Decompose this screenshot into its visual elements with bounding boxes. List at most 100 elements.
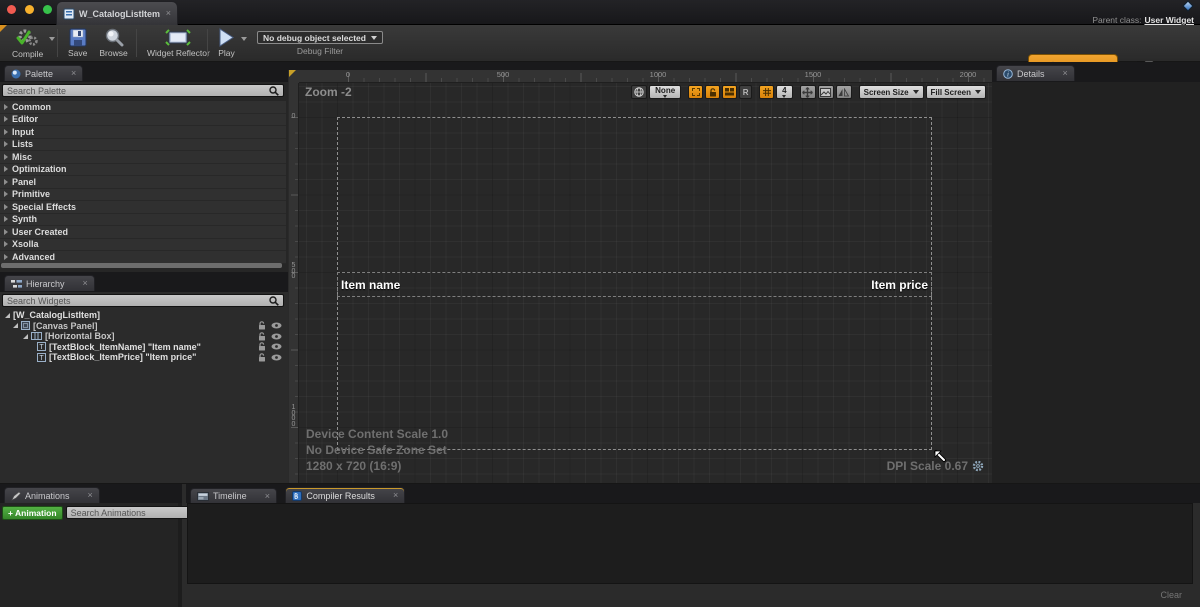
hierarchy-search-input[interactable] <box>7 296 269 306</box>
close-icon[interactable]: × <box>393 491 398 500</box>
expand-arrow-icon[interactable] <box>4 254 8 260</box>
palette-category[interactable]: Lists <box>0 139 286 152</box>
hierarchy-row-canvas-panel[interactable]: [Canvas Panel] <box>0 321 288 332</box>
add-animation-label: + Animation <box>8 508 57 518</box>
debug-filter-label: Debug Filter <box>297 46 343 56</box>
close-icon[interactable]: × <box>166 9 171 18</box>
dpi-settings-gear-icon[interactable] <box>972 460 984 472</box>
fill-screen-dropdown[interactable]: Fill Screen <box>926 85 986 99</box>
respect-locks-toggle[interactable] <box>722 85 737 99</box>
horizontal-box-outline[interactable]: Item name Item price <box>337 272 932 297</box>
hierarchy-row-root[interactable]: [W_CatalogListItem] <box>0 310 288 321</box>
save-button[interactable]: Save <box>62 28 93 59</box>
clear-log-button[interactable]: Clear <box>1160 590 1182 600</box>
hierarchy-search[interactable] <box>2 294 284 307</box>
compiler-results-log[interactable] <box>187 503 1193 584</box>
palette-category[interactable]: Panel <box>0 176 286 189</box>
expand-arrow-icon[interactable] <box>4 191 8 197</box>
palette-search[interactable] <box>2 84 284 97</box>
tab-animations[interactable]: Animations × <box>4 487 100 503</box>
horizontal-scrollbar[interactable] <box>1 263 282 268</box>
close-icon[interactable]: × <box>265 492 270 501</box>
rulers-toggle[interactable]: R <box>739 85 752 99</box>
lock-icon[interactable] <box>258 321 266 330</box>
close-icon[interactable]: × <box>71 69 76 78</box>
expand-arrow-icon[interactable] <box>4 204 8 210</box>
eye-icon[interactable] <box>271 354 282 361</box>
tab-palette[interactable]: Palette × <box>4 65 83 81</box>
eye-icon[interactable] <box>271 333 282 340</box>
expand-arrow-icon[interactable] <box>4 141 8 147</box>
palette-category[interactable]: Primitive <box>0 189 286 202</box>
tab-compiler-results[interactable]: Compiler Results × <box>285 487 405 503</box>
palette-category[interactable]: Common <box>0 101 286 114</box>
tab-details[interactable]: i Details × <box>996 65 1075 81</box>
palette-category[interactable]: User Created <box>0 226 286 239</box>
palette-category[interactable]: Special Effects <box>0 201 286 214</box>
show-outlines-toggle[interactable] <box>688 85 703 99</box>
expand-arrow-icon[interactable] <box>4 116 8 122</box>
hierarchy-row-textblock-itemname[interactable]: T [TextBlock_ItemName] "Item name" <box>0 342 288 353</box>
tab-timeline[interactable]: Timeline × <box>190 488 277 504</box>
screen-size-dropdown[interactable]: Screen Size <box>859 85 924 99</box>
hierarchy-row-textblock-itemprice[interactable]: T [TextBlock_ItemPrice] "Item price" <box>0 352 288 363</box>
localization-preview-button[interactable] <box>631 85 647 99</box>
play-options-caret-icon[interactable] <box>241 37 247 41</box>
zoom-level-label: Zoom -2 <box>305 85 352 99</box>
close-icon[interactable]: × <box>1063 69 1068 78</box>
palette-category[interactable]: Optimization <box>0 164 286 177</box>
widget-reflector-button[interactable]: Widget Reflector <box>141 28 216 59</box>
expand-arrow-icon[interactable] <box>4 229 8 235</box>
tab-hierarchy[interactable]: Hierarchy × <box>4 275 95 291</box>
close-icon[interactable]: × <box>83 279 88 288</box>
palette-category[interactable]: Synth <box>0 214 286 227</box>
browse-button[interactable]: Browse <box>93 28 133 59</box>
minimize-window-button[interactable] <box>25 5 34 14</box>
item-name-preview-text[interactable]: Item name <box>341 278 400 292</box>
animations-search-input[interactable] <box>71 508 188 518</box>
palette-category[interactable]: Input <box>0 126 286 139</box>
close-icon[interactable]: × <box>88 491 93 500</box>
expand-arrow-icon[interactable] <box>4 104 8 110</box>
grid-size-dropdown[interactable]: 4 <box>776 85 792 99</box>
anchor-dropdown[interactable]: None <box>649 85 681 99</box>
eye-icon[interactable] <box>271 322 282 329</box>
expand-arrow-icon[interactable] <box>4 166 8 172</box>
expand-arrow-icon[interactable] <box>4 216 8 222</box>
expand-arrow-icon[interactable] <box>4 129 8 135</box>
designer-viewport[interactable]: Zoom -2 None <box>299 83 992 483</box>
compile-button[interactable]: Compile <box>6 28 49 59</box>
mirror-flip-button[interactable] <box>836 85 852 99</box>
expand-arrow-icon[interactable] <box>4 154 8 160</box>
expander-icon[interactable] <box>23 334 28 339</box>
palette-category[interactable]: Xsolla <box>0 239 286 252</box>
expand-arrow-icon[interactable] <box>4 241 8 247</box>
eye-icon[interactable] <box>271 343 282 350</box>
palette-category-label: Xsolla <box>12 239 39 249</box>
lock-icon[interactable] <box>258 342 266 351</box>
palette-category[interactable]: Misc <box>0 151 286 164</box>
lock-icon[interactable] <box>258 332 266 341</box>
item-price-preview-text[interactable]: Item price <box>871 278 928 292</box>
close-window-button[interactable] <box>7 5 16 14</box>
expander-icon[interactable] <box>5 313 10 318</box>
debug-object-dropdown[interactable]: No debug object selected <box>257 31 383 44</box>
palette-category[interactable]: Advanced <box>0 251 286 264</box>
play-button[interactable]: Play <box>212 28 241 59</box>
palette-category[interactable]: Editor <box>0 114 286 127</box>
parent-class-link[interactable]: User Widget <box>1144 15 1194 25</box>
animations-search[interactable] <box>66 506 203 519</box>
asset-tab[interactable]: W_CatalogListItem × <box>56 1 178 25</box>
lock-icon[interactable] <box>258 353 266 362</box>
expander-icon[interactable] <box>13 323 18 328</box>
compile-options-caret-icon[interactable] <box>49 37 55 41</box>
zoom-window-button[interactable] <box>43 5 52 14</box>
transform-tool-button[interactable] <box>800 85 816 99</box>
screenshot-button[interactable] <box>818 85 834 99</box>
palette-search-input[interactable] <box>7 86 269 96</box>
lock-widgets-toggle[interactable] <box>705 85 720 99</box>
grid-snap-toggle[interactable] <box>759 85 774 99</box>
expand-arrow-icon[interactable] <box>4 179 8 185</box>
hierarchy-row-horizontal-box[interactable]: [Horizontal Box] <box>0 331 288 342</box>
add-animation-button[interactable]: + Animation <box>2 506 63 520</box>
